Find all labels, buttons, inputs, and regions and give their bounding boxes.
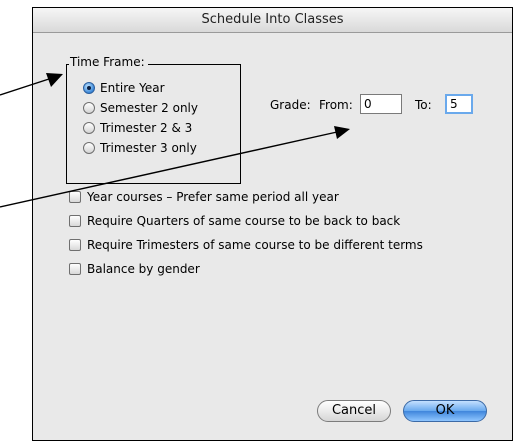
arrow-head-grade: [334, 126, 350, 139]
arrow-head-time-frame: [46, 73, 63, 87]
arrow-line-time-frame: [0, 77, 53, 96]
arrow-line-grade: [0, 131, 338, 208]
annotation-arrows: [0, 73, 350, 208]
